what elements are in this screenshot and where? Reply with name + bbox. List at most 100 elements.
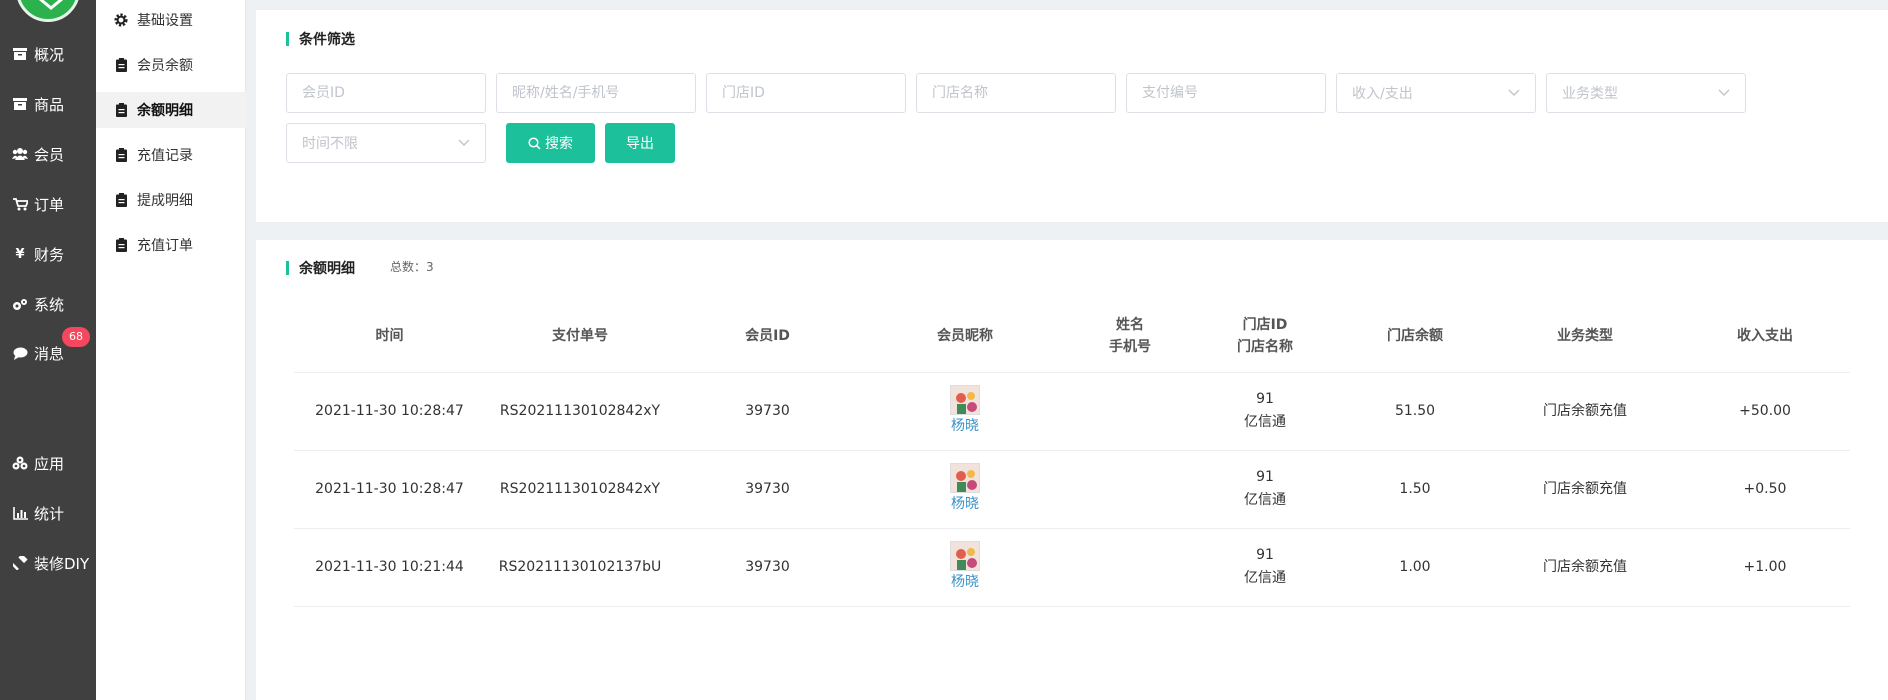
cell-store: 91 亿信通: [1190, 372, 1340, 451]
th-pay-no: 支付单号: [485, 300, 675, 373]
message-count-badge: 68: [62, 327, 90, 347]
logo: [16, 0, 80, 22]
main-sidebar: 概况 商品 会员 订单 ¥ 财务 系统 消息 68 应用 统计 装修DIY: [0, 0, 96, 700]
cell-nickname: 杨晓: [860, 372, 1070, 451]
gear-icon: [114, 13, 128, 27]
th-time: 时间: [294, 300, 485, 373]
cell-member-id: 39730: [675, 450, 860, 529]
cell-balance: 1.00: [1340, 528, 1490, 607]
nav-label: 商品: [34, 95, 65, 114]
nav-item-statistics[interactable]: 统计: [0, 498, 96, 528]
submenu-item-basic-settings[interactable]: 基础设置: [96, 2, 246, 38]
member-nickname-link[interactable]: 杨晓: [860, 493, 1070, 516]
cell-name-phone: [1070, 450, 1190, 529]
time-placeholder: 时间不限: [302, 136, 358, 152]
cell-time: 2021-11-30 10:21:44: [294, 528, 485, 607]
cart-icon: [12, 196, 28, 212]
member-nickname-link[interactable]: 杨晓: [860, 571, 1070, 594]
cell-pay-no: RS20211130102842xY: [485, 372, 675, 451]
pay-no-input[interactable]: [1126, 73, 1326, 113]
export-label: 导出: [626, 136, 654, 152]
time-select[interactable]: 时间不限: [286, 123, 486, 163]
export-button[interactable]: 导出: [605, 123, 675, 163]
filter-title: 条件筛选: [286, 29, 355, 49]
nav-item-system[interactable]: 系统: [0, 289, 96, 319]
cell-biz-type: 门店余额充值: [1490, 450, 1680, 529]
store-name-input[interactable]: [916, 73, 1116, 113]
submenu-label: 余额明细: [137, 103, 193, 119]
cell-store-id: 91: [1256, 547, 1274, 563]
chevron-down-icon: [1508, 85, 1520, 101]
cell-amount: +50.00: [1680, 372, 1850, 451]
cell-time: 2021-11-30 10:28:47: [294, 450, 485, 529]
cell-name-phone: [1070, 528, 1190, 607]
submenu-label: 会员余额: [137, 58, 193, 74]
clipboard-icon: [114, 238, 128, 252]
nav-label: 消息: [34, 344, 65, 363]
cell-store-id: 91: [1256, 391, 1274, 407]
detail-title: 余额明细: [286, 258, 355, 278]
nav-item-members[interactable]: 会员: [0, 139, 96, 169]
table-row: 2021-11-30 10:21:44 RS20211130102137bU 3…: [294, 528, 1850, 607]
th-member-id: 会员ID: [675, 300, 860, 373]
search-button[interactable]: 搜索: [506, 123, 595, 163]
submenu-item-member-balance[interactable]: 会员余额: [96, 47, 246, 83]
cell-balance: 1.50: [1340, 450, 1490, 529]
cell-store: 91 亿信通: [1190, 450, 1340, 529]
th-nickname: 会员昵称: [860, 300, 1070, 373]
cell-member-id: 39730: [675, 528, 860, 607]
cell-member-id: 39730: [675, 372, 860, 451]
submenu-item-commission-detail[interactable]: 提成明细: [96, 182, 246, 218]
nav-item-finance[interactable]: ¥ 财务: [0, 239, 96, 269]
clipboard-icon: [114, 148, 128, 162]
avatar[interactable]: [950, 540, 980, 571]
submenu-label: 提成明细: [137, 193, 193, 209]
apps-icon: [12, 455, 28, 471]
th-store-name: 门店名称: [1237, 338, 1293, 355]
nav-item-goods[interactable]: 商品: [0, 89, 96, 119]
cell-nickname: 杨晓: [860, 450, 1070, 529]
member-nickname-link[interactable]: 杨晓: [860, 415, 1070, 438]
chart-icon: [12, 505, 28, 521]
submenu-item-recharge-orders[interactable]: 充值订单: [96, 227, 246, 263]
in-out-select[interactable]: 收入/支出: [1336, 73, 1536, 113]
member-id-input[interactable]: [286, 73, 486, 113]
goods-icon: [12, 96, 28, 112]
cell-amount: +1.00: [1680, 528, 1850, 607]
th-name-phone: 姓名 手机号: [1070, 300, 1190, 373]
nav-label: 概况: [34, 45, 65, 64]
store-id-input[interactable]: [706, 73, 906, 113]
gears-icon: [12, 296, 28, 312]
nav-label: 会员: [34, 145, 65, 164]
cell-store-name: 亿信通: [1244, 414, 1286, 430]
submenu-label: 充值记录: [137, 148, 193, 164]
cell-biz-type: 门店余额充值: [1490, 528, 1680, 607]
nickname-input[interactable]: [496, 73, 696, 113]
nav-item-decoration[interactable]: 装修DIY: [0, 548, 96, 578]
nav-label: 系统: [34, 295, 65, 314]
cell-store-name: 亿信通: [1244, 492, 1286, 508]
cell-amount: +0.50: [1680, 450, 1850, 529]
nav-item-orders[interactable]: 订单: [0, 189, 96, 219]
nav-item-overview[interactable]: 概况: [0, 39, 96, 69]
search-label: 搜索: [545, 136, 573, 152]
nav-item-apps[interactable]: 应用: [0, 448, 96, 478]
check-logo-icon: [39, 0, 63, 10]
th-phone: 手机号: [1109, 338, 1151, 355]
nav-label: 订单: [34, 195, 65, 214]
clipboard-icon: [114, 58, 128, 72]
submenu-item-balance-detail[interactable]: 余额明细: [96, 92, 246, 128]
biz-type-placeholder: 业务类型: [1562, 86, 1618, 102]
avatar[interactable]: [950, 384, 980, 415]
message-icon: [12, 345, 28, 361]
th-name: 姓名: [1116, 316, 1144, 333]
biz-type-select[interactable]: 业务类型: [1546, 73, 1746, 113]
total-count: 总数：3: [390, 260, 434, 274]
avatar[interactable]: [950, 462, 980, 493]
submenu-item-recharge-records[interactable]: 充值记录: [96, 137, 246, 173]
nav-label: 装修DIY: [34, 554, 90, 573]
balance-detail-panel: 余额明细 总数：3 时间 支付单号 会员ID 会员昵称 姓名 手机号 门店ID 门店…: [256, 240, 1888, 700]
cell-name-phone: [1070, 372, 1190, 451]
th-biz-type: 业务类型: [1490, 300, 1680, 373]
cell-store-name: 亿信通: [1244, 570, 1286, 586]
